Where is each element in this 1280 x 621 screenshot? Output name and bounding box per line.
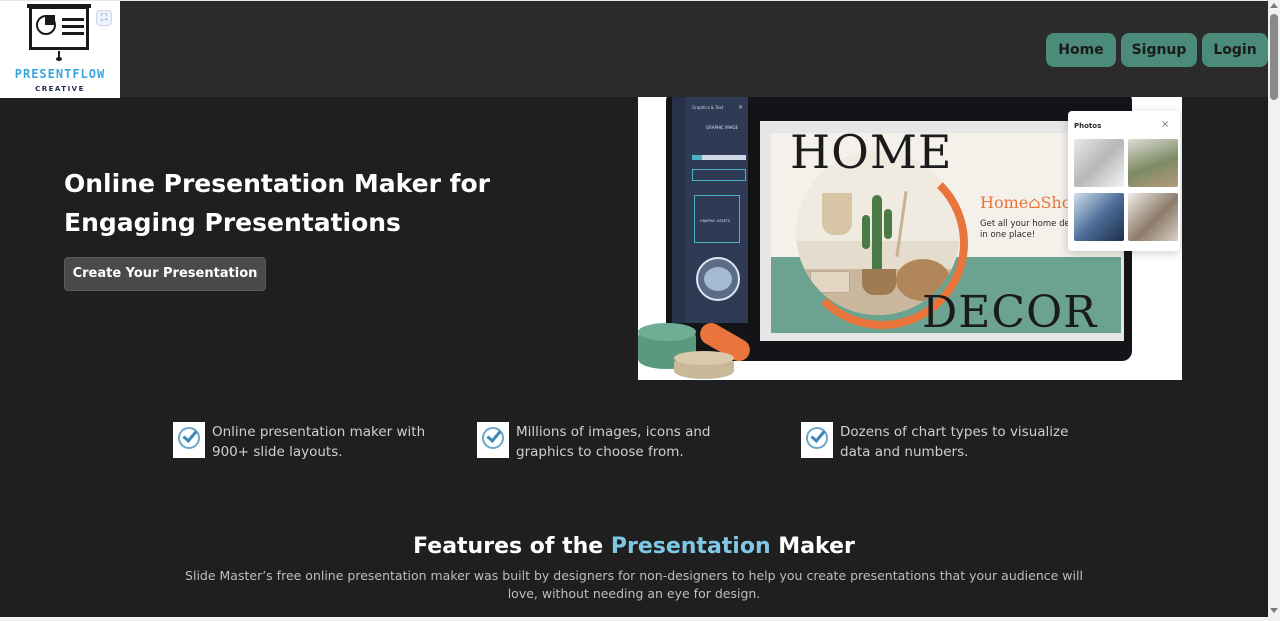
create-presentation-button[interactable]: Create Your Presentation bbox=[64, 257, 266, 291]
editor-assets-label: GRAPHIC ASSETS bbox=[700, 219, 731, 223]
editor-close-icon: × bbox=[738, 104, 744, 111]
nav-home-button[interactable]: Home bbox=[1046, 33, 1116, 67]
scan-icon[interactable]: ⛶ bbox=[96, 10, 112, 26]
photo-thumbnail bbox=[1128, 139, 1178, 187]
scrollbar[interactable] bbox=[1268, 0, 1280, 621]
logo-line bbox=[62, 32, 84, 35]
editor-slider-fill bbox=[692, 155, 702, 160]
photos-popup-title: Photos bbox=[1074, 122, 1102, 130]
check-icon bbox=[173, 422, 205, 458]
editor-sidebar bbox=[672, 97, 686, 323]
site-header: ⛶ PRESENTFLOW CREATIVE Home Signup Login bbox=[0, 1, 1268, 98]
logo[interactable]: ⛶ PRESENTFLOW CREATIVE bbox=[0, 1, 120, 98]
check-icon bbox=[801, 422, 833, 458]
slide-brand: Home⌂Sho bbox=[980, 193, 1072, 212]
editor-section-label: GRAPHIC IMAGE bbox=[706, 125, 739, 130]
editor-panel-title: Graphics & Text bbox=[692, 105, 724, 110]
feature-bullet-text: Online presentation maker with 900+ slid… bbox=[212, 424, 426, 460]
scroll-down-icon[interactable] bbox=[1270, 608, 1278, 613]
editor-circle-inner bbox=[704, 267, 732, 291]
scrollbar-thumb[interactable] bbox=[1270, 14, 1278, 100]
photo-thumbnail bbox=[1074, 193, 1124, 241]
slide-tagline: Get all your home dec in one place! bbox=[980, 219, 1075, 240]
editor-text-box bbox=[692, 169, 746, 181]
slide-heading-decor: DECOR bbox=[922, 287, 1098, 338]
slide-heading-home: HOME bbox=[790, 125, 953, 179]
features-title-accent: Presentation bbox=[610, 534, 771, 559]
feature-bullet-text: Millions of images, icons and graphics t… bbox=[516, 424, 711, 460]
features-title-pre: Features of the bbox=[413, 534, 611, 559]
features-description: Slide Master’s free online presentation … bbox=[185, 568, 1083, 601]
scroll-up-icon[interactable] bbox=[1270, 3, 1278, 8]
feature-bullet-text: Dozens of chart types to visualize data … bbox=[840, 424, 1069, 460]
beige-cylinder-top bbox=[674, 351, 734, 365]
photo-thumbnail bbox=[1074, 139, 1124, 187]
hero-title: Online Presentation Maker for Engaging P… bbox=[64, 169, 490, 237]
photo-thumbnail bbox=[1128, 193, 1178, 241]
hero-image: Graphics & Text × GRAPHIC IMAGE GRAPHIC … bbox=[638, 97, 1182, 380]
logo-line bbox=[62, 25, 84, 28]
logo-name: PRESENTFLOW bbox=[14, 67, 106, 81]
photos-close-icon: × bbox=[1161, 119, 1170, 130]
nav-signup-button[interactable]: Signup bbox=[1121, 33, 1197, 67]
browser-bottom-edge bbox=[0, 617, 1268, 621]
logo-stand-base bbox=[56, 57, 62, 61]
check-icon bbox=[477, 422, 509, 458]
pie-chart-icon bbox=[36, 15, 56, 35]
logo-line bbox=[62, 18, 84, 21]
logo-tagline: CREATIVE bbox=[35, 85, 85, 93]
nav-login-button[interactable]: Login bbox=[1202, 33, 1268, 67]
features-title: Features of the Presentation Maker bbox=[0, 534, 1268, 559]
features-title-post: Maker bbox=[770, 534, 855, 559]
green-cylinder-top bbox=[638, 323, 696, 341]
